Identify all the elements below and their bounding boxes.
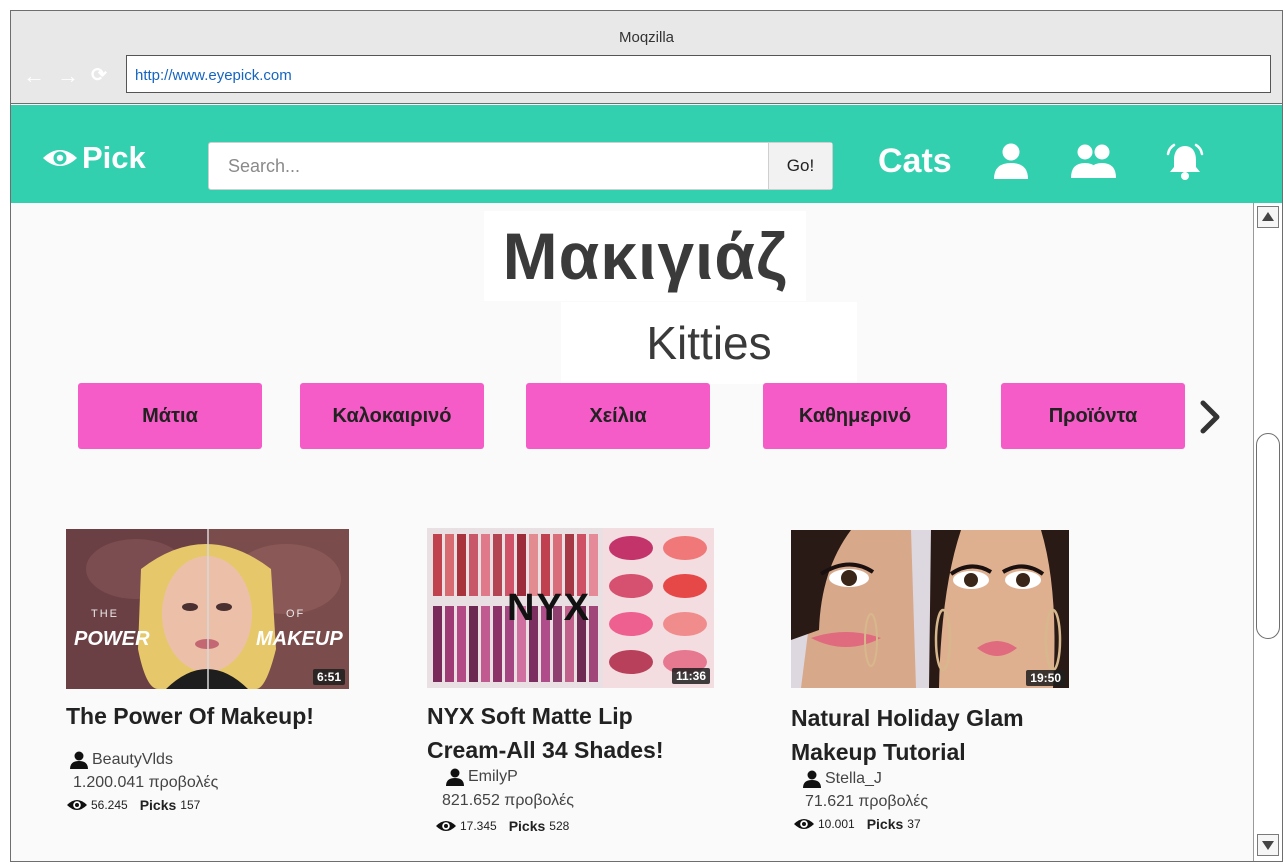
triangle-down-icon: [1262, 841, 1274, 850]
eye-icon: [43, 150, 77, 166]
video-title[interactable]: Natural Holiday Glam Makeup Tutorial: [791, 701, 1091, 769]
search-input[interactable]: [209, 143, 768, 189]
cats-link[interactable]: Cats: [878, 141, 952, 181]
svg-text:MAKEUP: MAKEUP: [256, 628, 343, 650]
page-content: Μακιγιάζ Kitties Μάτια Καλοκαιρινό Χείλι…: [11, 203, 1253, 861]
video-card[interactable]: 19:50 Natural Holiday Glam Makeup Tutori…: [791, 530, 1091, 850]
video-thumbnail[interactable]: NYX 11:36: [427, 528, 714, 688]
address-bar[interactable]: http://www.eyepick.com: [126, 55, 1271, 93]
eye-icon: [67, 800, 87, 810]
chevron-right-icon[interactable]: [1197, 399, 1223, 435]
eye-icon: [436, 821, 456, 831]
svg-text:THE: THE: [91, 608, 119, 620]
scroll-down-button[interactable]: [1257, 834, 1279, 856]
scrollbar-thumb[interactable]: [1256, 433, 1280, 639]
logo-text: Pick: [82, 140, 146, 175]
logo[interactable]: Pick: [41, 140, 146, 175]
video-duration: 11:36: [671, 668, 710, 684]
video-stats: 17.345 Picks 528: [435, 818, 569, 834]
video-card[interactable]: NYX 11:36 NYX Soft Matte Lip Cream-All 3…: [427, 528, 727, 848]
user-icon: [70, 751, 88, 769]
page-subtitle-box: Kitties: [561, 302, 857, 384]
video-channel[interactable]: BeautyVlds: [69, 751, 173, 769]
bell-icon[interactable]: [1165, 143, 1205, 181]
thumbnail-image: NYX: [427, 528, 714, 688]
search-bar: Go!: [208, 142, 833, 190]
category-button-eyes[interactable]: Μάτια: [78, 383, 262, 449]
video-stats: 56.245 Picks 157: [66, 797, 200, 813]
eye-icon: [794, 819, 814, 829]
page-title-box: Μακιγιάζ: [484, 211, 806, 301]
video-channel[interactable]: Stella_J: [802, 770, 882, 788]
page-subtitle: Kitties: [646, 317, 772, 369]
video-duration: 6:51: [312, 669, 345, 685]
video-thumbnail[interactable]: POWER MAKEUP THE OF 6:51: [66, 529, 349, 689]
user-icon: [803, 770, 821, 788]
video-card[interactable]: POWER MAKEUP THE OF 6:51 The Power Of Ma…: [66, 529, 366, 829]
thumbnail-image: [791, 530, 1069, 688]
scroll-up-button[interactable]: [1257, 206, 1279, 228]
forward-arrow-icon[interactable]: →: [57, 65, 79, 87]
video-view-count: 821.652 προβολές: [442, 792, 574, 809]
vertical-scrollbar[interactable]: [1253, 203, 1282, 861]
reload-icon[interactable]: ⟳: [91, 65, 107, 87]
video-channel[interactable]: EmilyP: [445, 768, 518, 786]
user-icon[interactable]: [991, 143, 1031, 179]
user-icon: [446, 768, 464, 786]
svg-text:POWER: POWER: [74, 628, 150, 650]
browser-chrome: Moqzilla ← → ⟳ http://www.eyepick.com: [11, 11, 1282, 104]
window-title: Moqzilla: [618, 29, 675, 46]
group-icon[interactable]: [1069, 143, 1117, 179]
svg-text:OF: OF: [286, 608, 305, 620]
video-duration: 19:50: [1026, 670, 1065, 686]
category-button-products[interactable]: Προϊόντα: [1001, 383, 1185, 449]
video-view-count: 1.200.041 προβολές: [73, 774, 219, 791]
video-thumbnail[interactable]: 19:50: [791, 530, 1069, 690]
browser-window: Moqzilla ← → ⟳ http://www.eyepick.com Pi…: [10, 10, 1283, 862]
thumbnail-image: POWER MAKEUP THE OF: [66, 529, 349, 689]
app-header: Pick Go! Cats: [11, 105, 1282, 203]
video-stats: 10.001 Picks 37: [793, 816, 921, 832]
category-button-everyday[interactable]: Καθημερινό: [763, 383, 947, 449]
back-arrow-icon[interactable]: ←: [23, 65, 45, 87]
page-title: Μακιγιάζ: [502, 219, 788, 293]
search-go-button[interactable]: Go!: [768, 143, 832, 189]
triangle-up-icon: [1262, 212, 1274, 221]
video-title[interactable]: NYX Soft Matte Lip Cream-All 34 Shades!: [427, 699, 727, 767]
svg-text:NYX: NYX: [507, 587, 591, 629]
video-view-count: 71.621 προβολές: [805, 793, 929, 810]
category-button-lips[interactable]: Χείλια: [526, 383, 710, 449]
category-button-summer[interactable]: Καλοκαιρινό: [300, 383, 484, 449]
video-title[interactable]: The Power Of Makeup!: [66, 699, 366, 733]
